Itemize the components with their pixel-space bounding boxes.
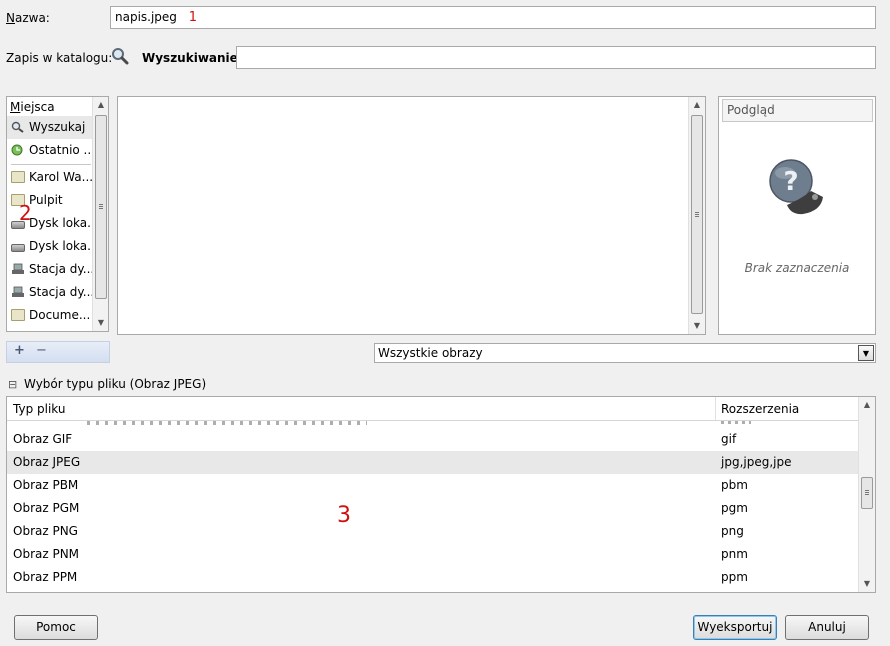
folder-icon <box>11 171 25 183</box>
column-header-extensions[interactable]: Rozszerzenia <box>715 397 799 420</box>
filename-input[interactable]: napis.jpeg 1 <box>110 6 876 29</box>
collapse-toggle-icon[interactable]: ⊟ <box>8 378 17 391</box>
magnifier-icon <box>11 121 24 133</box>
table-row[interactable]: Obraz PBM pbm <box>7 474 858 497</box>
name-label: Nazwa: <box>6 11 50 25</box>
annotation-2: 2 <box>19 201 32 225</box>
remove-bookmark-button[interactable]: − <box>36 343 47 358</box>
cancel-button[interactable]: Anuluj <box>785 615 869 640</box>
drive-icon <box>11 244 25 252</box>
filetype-table: Typ pliku Rozszerzenia Obraz GIF gif Obra… <box>6 396 876 593</box>
table-row[interactable]: Obraz PNG png <box>7 520 858 543</box>
scroll-up-arrow-icon[interactable]: ▲ <box>859 397 875 413</box>
export-button[interactable]: Wyeksportuj <box>693 615 777 640</box>
scroll-down-arrow-icon[interactable]: ▼ <box>859 576 875 592</box>
scroll-up-arrow-icon[interactable]: ▲ <box>93 97 109 113</box>
places-header[interactable]: Miejsca <box>9 99 89 116</box>
preview-panel: Podgląd ? Brak zaznaczenia <box>718 96 876 335</box>
table-row[interactable]: Obraz GIF gif <box>7 428 858 451</box>
search-input[interactable] <box>236 46 876 69</box>
table-row[interactable]: Obraz PGM pgm <box>7 497 858 520</box>
filetype-expander[interactable]: ⊟ Wybór typu pliku (Obraz JPEG) <box>8 377 206 391</box>
scroll-thumb[interactable] <box>691 115 703 314</box>
table-row[interactable]: Obraz PPM ppm <box>7 566 858 589</box>
place-item-search[interactable]: Wyszukaj <box>7 116 95 139</box>
folder-icon <box>11 309 25 321</box>
scroll-down-arrow-icon[interactable]: ▼ <box>689 318 705 334</box>
places-scrollbar[interactable]: ▲ ▼ <box>92 97 108 331</box>
filetype-expander-label: Wybór typu pliku (Obraz JPEG) <box>24 377 207 391</box>
floppy-icon <box>12 286 24 297</box>
annotation-1: 1 <box>188 10 198 25</box>
file-list-scrollbar[interactable]: ▲ ▼ <box>688 97 705 334</box>
search-label: Wyszukiwanie: <box>142 51 243 65</box>
magnifier-icon <box>112 48 129 65</box>
save-in-folder-label: Zapis w katalogu: <box>6 51 113 65</box>
table-row[interactable]: Obraz PNM pnm <box>7 543 858 566</box>
column-header-type[interactable]: Typ pliku <box>13 397 65 421</box>
filetype-table-header: Typ pliku Rozszerzenia <box>7 397 858 421</box>
help-button[interactable]: Pomoc <box>14 615 98 640</box>
filename-value: napis.jpeg <box>115 10 177 24</box>
scroll-thumb[interactable] <box>95 115 107 299</box>
file-filter-select[interactable]: Wszystkie obrazy ▼ <box>374 343 876 363</box>
search-toggle-button[interactable] <box>110 46 130 66</box>
add-bookmark-button[interactable]: + <box>14 343 25 358</box>
scroll-down-arrow-icon[interactable]: ▼ <box>93 315 109 331</box>
place-item-documents[interactable]: Docume... <box>7 304 95 327</box>
place-item-home[interactable]: Karol Wa... <box>7 166 95 189</box>
scroll-up-arrow-icon[interactable]: ▲ <box>689 97 705 113</box>
file-list-panel[interactable]: ▲ ▼ <box>117 96 706 335</box>
recent-icon <box>11 144 23 156</box>
place-item-local-disk-2[interactable]: Dysk loka... <box>7 235 95 258</box>
svg-text:?: ? <box>783 167 798 197</box>
places-panel: Miejsca Wyszukaj Ostatnio ... Karol Wa..… <box>6 96 109 332</box>
floppy-icon <box>12 263 24 274</box>
preview-title: Podgląd <box>722 99 873 122</box>
preview-empty-text: Brak zaznaczenia <box>744 261 850 275</box>
table-row-selected[interactable]: Obraz JPEG jpg,jpeg,jpe <box>7 451 858 474</box>
no-preview-icon: ? <box>769 159 823 215</box>
place-item-drive-1[interactable]: Stacja dy... <box>7 258 95 281</box>
scroll-thumb[interactable] <box>861 477 873 509</box>
bookmark-buttons-bar: + − <box>6 341 110 363</box>
place-item-drive-2[interactable]: Stacja dy... <box>7 281 95 304</box>
place-item-recent[interactable]: Ostatnio ... <box>7 139 95 162</box>
annotation-3: 3 <box>337 503 351 528</box>
chevron-down-icon[interactable]: ▼ <box>858 345 874 361</box>
file-filter-value: Wszystkie obrazy <box>378 346 483 360</box>
filetype-scrollbar[interactable]: ▲ ▼ <box>858 397 875 592</box>
